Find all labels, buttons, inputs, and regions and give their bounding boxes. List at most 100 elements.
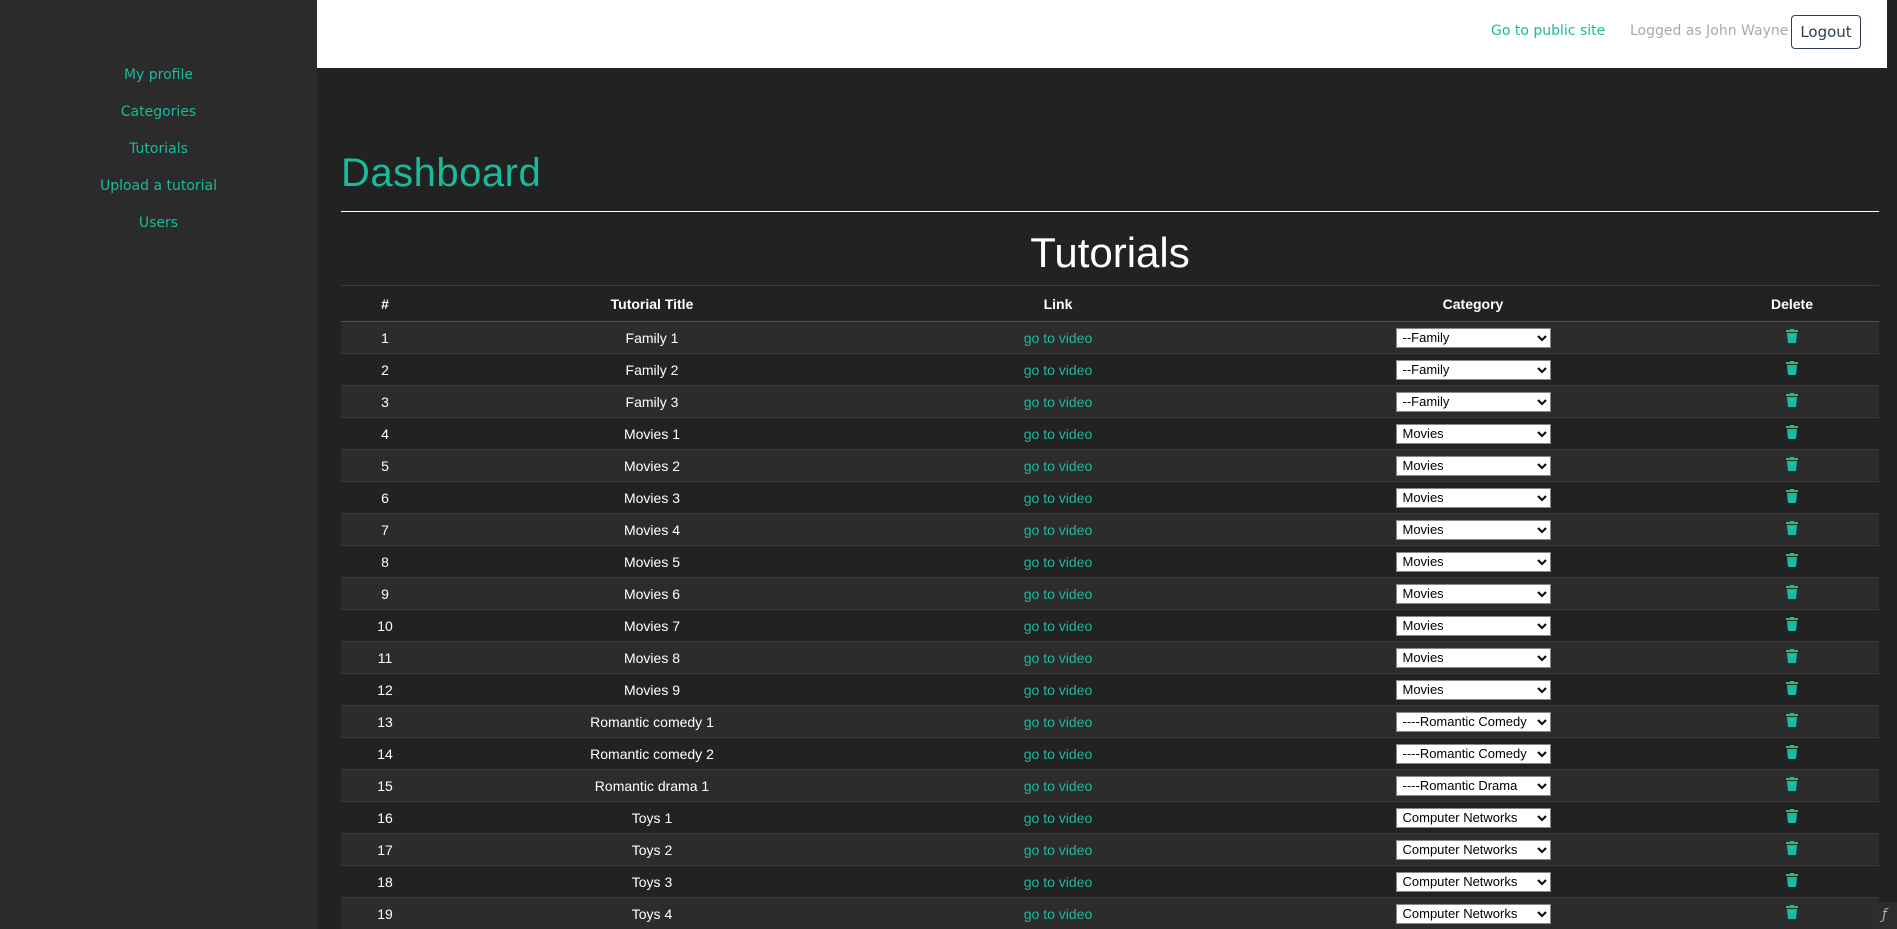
- link-cell: go to video: [875, 545, 1241, 578]
- trash-icon[interactable]: [1786, 905, 1798, 922]
- video-link[interactable]: go to video: [1024, 874, 1093, 890]
- category-select[interactable]: --Family: [1395, 391, 1551, 412]
- link-cell: go to video: [875, 609, 1241, 642]
- trash-icon[interactable]: [1786, 809, 1798, 826]
- tutorial-title: Romantic comedy 1: [429, 705, 875, 738]
- trash-icon[interactable]: [1786, 329, 1798, 346]
- tutorial-title: Family 3: [429, 385, 875, 418]
- sidebar-link-tutorials[interactable]: Tutorials: [129, 141, 188, 157]
- video-link[interactable]: go to video: [1024, 458, 1093, 474]
- category-select[interactable]: Movies: [1395, 551, 1551, 572]
- video-link[interactable]: go to video: [1024, 362, 1093, 378]
- delete-cell: [1705, 833, 1879, 866]
- link-cell: go to video: [875, 705, 1241, 738]
- video-link[interactable]: go to video: [1024, 650, 1093, 666]
- category-select[interactable]: Computer Networks: [1395, 839, 1551, 860]
- trash-icon[interactable]: [1786, 713, 1798, 730]
- video-link[interactable]: go to video: [1024, 842, 1093, 858]
- trash-icon[interactable]: [1786, 777, 1798, 794]
- logged-user-text: Logged as John Wayne: [1630, 23, 1789, 39]
- category-select[interactable]: Movies: [1395, 455, 1551, 476]
- category-select[interactable]: --Family: [1395, 327, 1551, 348]
- sidebar-item-categories: Categories: [0, 97, 317, 134]
- trash-icon[interactable]: [1786, 457, 1798, 474]
- trash-icon[interactable]: [1786, 745, 1798, 762]
- video-link[interactable]: go to video: [1024, 330, 1093, 346]
- trash-icon[interactable]: [1786, 553, 1798, 570]
- video-link[interactable]: go to video: [1024, 778, 1093, 794]
- trash-icon[interactable]: [1786, 681, 1798, 698]
- column-header-delete: Delete: [1705, 285, 1879, 322]
- row-number: 3: [341, 385, 429, 418]
- video-link[interactable]: go to video: [1024, 490, 1093, 506]
- row-number: 4: [341, 417, 429, 450]
- sidebar-nav: My profile Categories Tutorials Upload a…: [0, 0, 317, 245]
- category-select[interactable]: Computer Networks: [1395, 903, 1551, 924]
- sidebar-link-upload[interactable]: Upload a tutorial: [100, 178, 217, 194]
- tutorial-title: Toys 3: [429, 865, 875, 898]
- category-select[interactable]: ----Romantic Drama: [1395, 775, 1551, 796]
- delete-cell: [1705, 449, 1879, 482]
- logout-button[interactable]: Logout: [1791, 15, 1861, 49]
- trash-icon[interactable]: [1786, 841, 1798, 858]
- video-link[interactable]: go to video: [1024, 554, 1093, 570]
- row-number: 8: [341, 545, 429, 578]
- symfony-icon[interactable]: ƒ: [1872, 902, 1897, 929]
- video-link[interactable]: go to video: [1024, 714, 1093, 730]
- delete-cell: [1705, 513, 1879, 546]
- category-select[interactable]: Movies: [1395, 519, 1551, 540]
- row-number: 7: [341, 513, 429, 546]
- video-link[interactable]: go to video: [1024, 810, 1093, 826]
- row-number: 12: [341, 673, 429, 706]
- trash-icon[interactable]: [1786, 489, 1798, 506]
- video-link[interactable]: go to video: [1024, 586, 1093, 602]
- table-row: 17 Toys 2 go to video Computer Networks: [341, 833, 1879, 866]
- video-link[interactable]: go to video: [1024, 394, 1093, 410]
- tutorial-title: Movies 6: [429, 577, 875, 610]
- trash-icon[interactable]: [1786, 649, 1798, 666]
- category-cell: Movies: [1241, 577, 1705, 610]
- category-select[interactable]: Movies: [1395, 647, 1551, 668]
- trash-icon[interactable]: [1786, 521, 1798, 538]
- category-select[interactable]: Computer Networks: [1395, 807, 1551, 828]
- trash-icon[interactable]: [1786, 393, 1798, 410]
- category-select[interactable]: Movies: [1395, 615, 1551, 636]
- category-select[interactable]: Movies: [1395, 423, 1551, 444]
- video-link[interactable]: go to video: [1024, 746, 1093, 762]
- tutorial-title: Romantic comedy 2: [429, 737, 875, 770]
- video-link[interactable]: go to video: [1024, 618, 1093, 634]
- trash-icon[interactable]: [1786, 873, 1798, 890]
- delete-cell: [1705, 321, 1879, 354]
- category-cell: Computer Networks: [1241, 897, 1705, 929]
- video-link[interactable]: go to video: [1024, 426, 1093, 442]
- category-select[interactable]: --Family: [1395, 359, 1551, 380]
- trash-icon[interactable]: [1786, 617, 1798, 634]
- trash-icon[interactable]: [1786, 361, 1798, 378]
- sidebar-item-users: Users: [0, 208, 317, 245]
- sidebar-link-users[interactable]: Users: [139, 215, 178, 231]
- video-link[interactable]: go to video: [1024, 906, 1093, 922]
- trash-icon[interactable]: [1786, 425, 1798, 442]
- link-cell: go to video: [875, 769, 1241, 802]
- video-link[interactable]: go to video: [1024, 522, 1093, 538]
- table-row: 4 Movies 1 go to video Movies: [341, 417, 1879, 450]
- category-select[interactable]: Movies: [1395, 487, 1551, 508]
- row-number: 2: [341, 353, 429, 386]
- sidebar-link-my-profile[interactable]: My profile: [124, 67, 193, 83]
- row-number: 15: [341, 769, 429, 802]
- link-cell: go to video: [875, 481, 1241, 514]
- category-select[interactable]: Movies: [1395, 679, 1551, 700]
- category-select[interactable]: Computer Networks: [1395, 871, 1551, 892]
- link-cell: go to video: [875, 641, 1241, 674]
- video-link[interactable]: go to video: [1024, 682, 1093, 698]
- category-select[interactable]: ----Romantic Comedy: [1395, 711, 1551, 732]
- trash-icon[interactable]: [1786, 585, 1798, 602]
- public-site-link[interactable]: Go to public site: [1491, 23, 1605, 39]
- category-select[interactable]: Movies: [1395, 583, 1551, 604]
- category-select[interactable]: ----Romantic Comedy: [1395, 743, 1551, 764]
- category-cell: ----Romantic Drama: [1241, 769, 1705, 802]
- delete-cell: [1705, 609, 1879, 642]
- sidebar-link-categories[interactable]: Categories: [121, 104, 196, 120]
- row-number: 13: [341, 705, 429, 738]
- tutorial-title: Movies 2: [429, 449, 875, 482]
